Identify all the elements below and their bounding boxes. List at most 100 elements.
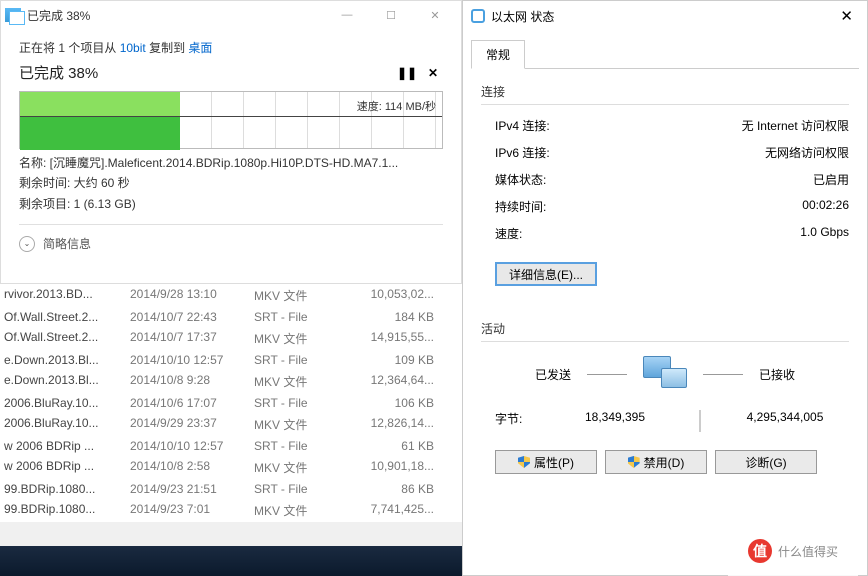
table-row[interactable]: 2006.BluRay.10...2014/10/6 17:07SRT - Fi…: [0, 393, 462, 413]
file-type: SRT - File: [254, 482, 342, 496]
close-button[interactable]: ✕: [413, 1, 457, 29]
file-date: 2014/10/7 17:37: [130, 330, 254, 347]
file-type: MKV 文件: [254, 330, 342, 347]
minimize-button[interactable]: —: [325, 1, 369, 29]
file-size: 106 KB: [342, 396, 452, 410]
sent-label: 已发送: [535, 366, 571, 383]
watermark: 值 什么值得买: [728, 526, 858, 576]
cancel-button[interactable]: ✕: [423, 64, 443, 82]
table-row[interactable]: w 2006 BDRip ...2014/10/8 2:58MKV 文件10,9…: [0, 456, 462, 479]
file-date: 2014/10/10 12:57: [130, 353, 254, 367]
file-size: 61 KB: [342, 439, 452, 453]
file-size: 109 KB: [342, 353, 452, 367]
ipv4-key: IPv4 连接:: [481, 117, 601, 134]
file-type: MKV 文件: [254, 416, 342, 433]
bytes-label: 字节:: [481, 410, 551, 432]
file-name: w 2006 BDRip ...: [4, 439, 130, 453]
file-name: 2006.BluRay.10...: [4, 416, 130, 433]
file-type: SRT - File: [254, 439, 342, 453]
details-button[interactable]: 详细信息(E)...: [495, 262, 597, 286]
source-link[interactable]: 10bit: [120, 41, 146, 55]
table-row[interactable]: w 2006 BDRip ...2014/10/10 12:57SRT - Fi…: [0, 436, 462, 456]
media-val: 已启用: [601, 171, 849, 188]
progress-percent: 已完成 38%: [19, 62, 391, 83]
diagnose-button[interactable]: 诊断(G): [715, 450, 817, 474]
file-type: SRT - File: [254, 353, 342, 367]
table-row[interactable]: Of.Wall.Street.2...2014/10/7 22:43SRT - …: [0, 307, 462, 327]
file-size: 12,364,64...: [342, 373, 452, 390]
speed-key: 速度:: [481, 225, 601, 242]
table-row[interactable]: e.Down.2013.Bl...2014/10/8 9:28MKV 文件12,…: [0, 370, 462, 393]
file-date: 2014/10/6 17:07: [130, 396, 254, 410]
file-list: rvivor.2013.BD...2014/9/28 13:10MKV 文件10…: [0, 284, 462, 522]
file-size: 7,741,425...: [342, 502, 452, 519]
speed-graph: 速度: 114 MB/秒: [19, 91, 443, 149]
disable-button[interactable]: 禁用(D): [605, 450, 707, 474]
file-size: 10,053,02...: [342, 287, 452, 304]
file-type: MKV 文件: [254, 287, 342, 304]
file-name: 99.BDRip.1080...: [4, 482, 130, 496]
dest-link[interactable]: 桌面: [188, 41, 212, 55]
file-date: 2014/9/23 21:51: [130, 482, 254, 496]
activity-header: 活动: [481, 320, 849, 337]
file-date: 2014/9/29 23:37: [130, 416, 254, 433]
table-row[interactable]: 99.BDRip.1080...2014/9/23 7:01MKV 文件7,74…: [0, 499, 462, 522]
bytes-sent: 18,349,395: [551, 410, 679, 432]
file-type: SRT - File: [254, 396, 342, 410]
file-date: 2014/9/23 7:01: [130, 502, 254, 519]
maximize-button[interactable]: ☐: [369, 1, 413, 29]
bytes-recv: 4,295,344,005: [721, 410, 849, 432]
table-row[interactable]: rvivor.2013.BD...2014/9/28 13:10MKV 文件10…: [0, 284, 462, 307]
recv-label: 已接收: [759, 366, 795, 383]
file-name: w 2006 BDRip ...: [4, 459, 130, 476]
speed-label: 速度: 114 MB/秒: [357, 98, 436, 114]
ethernet-status-dialog: 以太网 状态 ✕ 常规 连接 IPv4 连接:无 Internet 访问权限 I…: [462, 0, 868, 576]
file-date: 2014/9/28 13:10: [130, 287, 254, 304]
table-row[interactable]: 99.BDRip.1080...2014/9/23 21:51SRT - Fil…: [0, 479, 462, 499]
file-copy-dialog: 已完成 38% — ☐ ✕ 正在将 1 个项目从 10bit 复制到 桌面 已完…: [0, 0, 462, 284]
file-type: SRT - File: [254, 310, 342, 324]
pause-button[interactable]: ❚❚: [397, 64, 417, 82]
file-size: 184 KB: [342, 310, 452, 324]
connection-header: 连接: [481, 83, 849, 100]
file-type: MKV 文件: [254, 373, 342, 390]
duration-val: 00:02:26: [601, 198, 849, 215]
file-type: MKV 文件: [254, 502, 342, 519]
media-key: 媒体状态:: [481, 171, 601, 188]
file-date: 2014/10/8 2:58: [130, 459, 254, 476]
activity-graphic: 已发送 已接收: [481, 356, 849, 392]
chevron-down-icon[interactable]: ⌄: [19, 236, 35, 252]
file-date: 2014/10/8 9:28: [130, 373, 254, 390]
computer-icon: [643, 356, 687, 392]
copy-dialog-title: 已完成 38%: [27, 7, 90, 24]
remaining-items-label: 剩余项目: 1 (6.13 GB): [19, 194, 443, 214]
file-size: 10,901,18...: [342, 459, 452, 476]
file-date: 2014/10/10 12:57: [130, 439, 254, 453]
duration-key: 持续时间:: [481, 198, 601, 215]
network-icon: [471, 9, 485, 23]
brief-info-link[interactable]: 简略信息: [43, 235, 91, 252]
remaining-time-label: 剩余时间: 大约 60 秒: [19, 173, 443, 193]
table-row[interactable]: e.Down.2013.Bl...2014/10/10 12:57SRT - F…: [0, 350, 462, 370]
properties-button[interactable]: 属性(P): [495, 450, 597, 474]
file-name: Of.Wall.Street.2...: [4, 310, 130, 324]
file-size: 14,915,55...: [342, 330, 452, 347]
speed-val: 1.0 Gbps: [601, 225, 849, 242]
close-button[interactable]: ✕: [834, 7, 859, 25]
file-name: e.Down.2013.Bl...: [4, 353, 130, 367]
file-name-label: 名称: [沉睡魔咒].Maleficent.2014.BDRip.1080p.H…: [19, 153, 443, 173]
tab-general[interactable]: 常规: [471, 40, 525, 69]
file-name: e.Down.2013.Bl...: [4, 373, 130, 390]
file-date: 2014/10/7 22:43: [130, 310, 254, 324]
copy-icon: [5, 8, 21, 22]
eth-title: 以太网 状态: [491, 8, 554, 25]
smzdm-logo-icon: 值: [748, 539, 772, 563]
table-row[interactable]: Of.Wall.Street.2...2014/10/7 17:37MKV 文件…: [0, 327, 462, 350]
table-row[interactable]: 2006.BluRay.10...2014/9/29 23:37MKV 文件12…: [0, 413, 462, 436]
copy-status-line: 正在将 1 个项目从 10bit 复制到 桌面: [19, 39, 443, 56]
file-name: 99.BDRip.1080...: [4, 502, 130, 519]
file-name: rvivor.2013.BD...: [4, 287, 130, 304]
ipv4-val: 无 Internet 访问权限: [601, 117, 849, 134]
file-size: 86 KB: [342, 482, 452, 496]
file-size: 12,826,14...: [342, 416, 452, 433]
